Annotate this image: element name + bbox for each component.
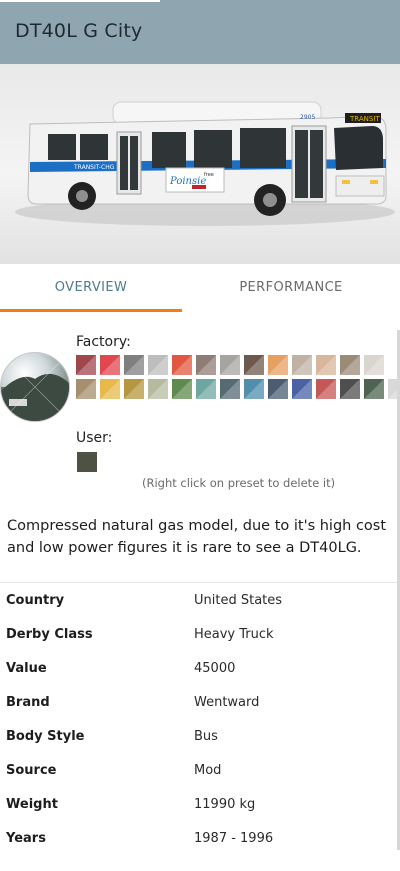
factory-color-swatch[interactable] (172, 355, 192, 375)
factory-color-swatch[interactable] (76, 379, 96, 399)
delete-hint: (Right click on preset to delete it) (142, 476, 336, 490)
stat-key: Value (6, 661, 47, 676)
factory-color-swatch[interactable] (124, 379, 144, 399)
factory-color-swatch[interactable] (172, 379, 192, 399)
stat-value: Wentward (194, 695, 260, 710)
factory-color-swatch[interactable] (76, 355, 96, 375)
stat-row: Value 45000 (0, 651, 400, 685)
factory-color-swatch[interactable] (292, 355, 312, 375)
user-label: User: (76, 430, 113, 446)
tab-bar: OVERVIEW PERFORMANCE (0, 264, 400, 312)
factory-color-swatch[interactable] (340, 355, 360, 375)
vehicle-preview-image: TRANSIT 2905 TRANSIT-CHG Poinsie free (0, 64, 400, 264)
stat-value: 1987 - 1996 (194, 831, 274, 846)
stat-value: United States (194, 593, 283, 608)
stat-value: 45000 (194, 661, 236, 676)
factory-color-swatch[interactable] (316, 379, 336, 399)
factory-color-swatch[interactable] (124, 355, 144, 375)
stat-row: Source Mod (0, 753, 400, 787)
factory-color-swatch[interactable] (220, 355, 240, 375)
vehicle-title: DT40L G City (15, 20, 143, 42)
stat-row: Country United States (0, 583, 400, 617)
app-header: DT40L G City (0, 0, 400, 64)
factory-color-swatch[interactable] (364, 379, 384, 399)
factory-color-swatch[interactable] (220, 379, 240, 399)
factory-color-swatch[interactable] (316, 355, 336, 375)
factory-color-swatch[interactable] (340, 379, 360, 399)
stat-key: Brand (6, 695, 50, 710)
stat-key: Weight (6, 797, 58, 812)
paint-section: Factory: User: (Right click on preset to… (0, 312, 400, 502)
stat-value: Mod (194, 763, 222, 778)
factory-color-swatch[interactable] (196, 355, 216, 375)
side-text: TRANSIT-CHG (73, 164, 115, 171)
bus-illustration: TRANSIT 2905 TRANSIT-CHG Poinsie free (15, 101, 395, 226)
user-swatch[interactable] (77, 452, 97, 472)
tab-performance[interactable]: PERFORMANCE (200, 264, 382, 312)
stat-value: 11990 kg (194, 797, 256, 812)
top-highlight (0, 0, 160, 2)
factory-color-swatch[interactable] (100, 379, 120, 399)
factory-color-swatch[interactable] (100, 355, 120, 375)
factory-color-swatch[interactable] (148, 355, 168, 375)
stat-key: Derby Class (6, 627, 93, 642)
stat-row: Brand Wentward (0, 685, 400, 719)
preview-sphere-icon (1, 360, 69, 421)
stat-row: Body Style Bus (0, 719, 400, 753)
stat-key: Source (6, 763, 57, 778)
paint-preview-sphere[interactable] (0, 352, 70, 422)
tab-overview[interactable]: OVERVIEW (0, 264, 182, 312)
stat-row: Weight 11990 kg (0, 787, 400, 821)
vehicle-description: Compressed natural gas model, due to it'… (7, 518, 387, 556)
factory-color-swatch[interactable] (268, 355, 288, 375)
bus-number: 2905 (300, 114, 315, 121)
factory-color-swatch[interactable] (196, 379, 216, 399)
route-sign: TRANSIT (349, 115, 380, 123)
factory-color-swatch[interactable] (292, 379, 312, 399)
stat-key: Country (6, 593, 65, 608)
factory-label: Factory: (76, 334, 131, 350)
factory-color-swatch[interactable] (364, 355, 384, 375)
stat-value: Heavy Truck (194, 627, 274, 642)
ad-text: free (204, 172, 214, 178)
factory-color-swatch[interactable] (244, 379, 264, 399)
factory-color-swatch[interactable] (244, 355, 264, 375)
stat-key: Body Style (6, 729, 85, 744)
factory-color-swatch[interactable] (268, 379, 288, 399)
factory-color-swatch[interactable] (148, 379, 168, 399)
stat-key: Years (6, 831, 46, 846)
stat-row: Years 1987 - 1996 (0, 821, 400, 855)
stat-value: Bus (194, 729, 218, 744)
stat-row: Derby Class Heavy Truck (0, 617, 400, 651)
